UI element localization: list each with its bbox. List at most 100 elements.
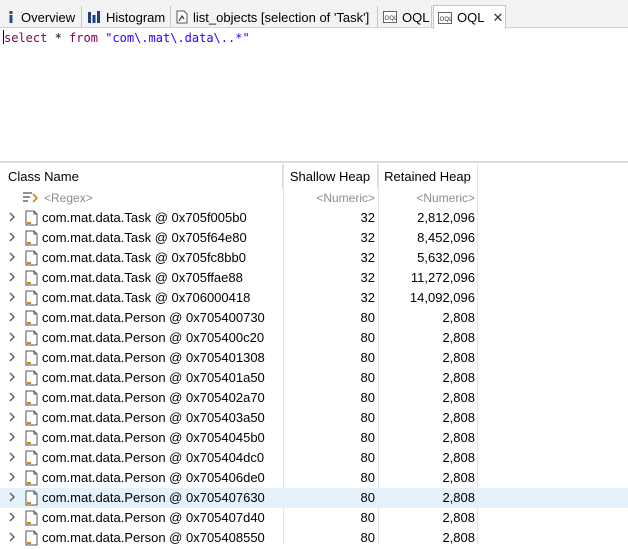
object-file-icon [25, 510, 38, 529]
row-class-name: com.mat.data.Task @ 0x705f64e80 [42, 230, 247, 245]
row-class-name: com.mat.data.Person @ 0x705407630 [42, 490, 265, 505]
row-class-name: com.mat.data.Task @ 0x706000418 [42, 290, 251, 305]
table-row[interactable]: com.mat.data.Task @ 0x705f005b0 32 2,812… [0, 208, 628, 228]
tab-label: Overview [21, 9, 76, 25]
oql-query-editor[interactable]: select * from "com\.mat\.data\..*" [0, 28, 628, 160]
file-icon [176, 10, 188, 24]
expand-chevron-icon[interactable] [8, 331, 16, 343]
object-file-icon [25, 490, 38, 509]
expand-chevron-icon[interactable] [8, 491, 16, 503]
row-shallow-heap: 32 [360, 290, 375, 305]
tab-oql-1[interactable]: OQL OQL [379, 6, 432, 28]
row-shallow-heap: 80 [360, 410, 375, 425]
table-row[interactable]: com.mat.data.Person @ 0x705406de0 80 2,8… [0, 468, 628, 488]
object-file-icon [25, 390, 38, 409]
object-file-icon [25, 450, 38, 469]
class-name-filter[interactable]: <Regex> [22, 188, 272, 208]
expand-chevron-icon[interactable] [8, 291, 16, 303]
row-retained-heap: 2,808 [442, 490, 475, 505]
editor-results-divider[interactable] [0, 161, 628, 163]
row-retained-heap: 5,632,096 [417, 250, 475, 265]
expand-chevron-icon[interactable] [8, 531, 16, 543]
expand-chevron-icon[interactable] [8, 471, 16, 483]
filter-regex-icon [22, 191, 38, 205]
row-retained-heap: 14,092,096 [409, 290, 475, 305]
expand-chevron-icon[interactable] [8, 251, 16, 263]
row-retained-heap: 2,808 [442, 310, 475, 325]
object-file-icon [25, 530, 38, 549]
expand-chevron-icon[interactable] [8, 231, 16, 243]
table-row[interactable]: com.mat.data.Task @ 0x705ffae88 32 11,27… [0, 268, 628, 288]
row-shallow-heap: 32 [360, 270, 375, 285]
column-header-retained-heap[interactable]: Retained Heap [378, 164, 478, 188]
oql-icon: OQL [383, 11, 397, 23]
object-file-icon [25, 230, 38, 249]
object-file-icon [25, 410, 38, 429]
retained-heap-filter[interactable]: <Numeric> [378, 188, 475, 208]
info-icon [6, 10, 16, 24]
row-shallow-heap: 80 [360, 330, 375, 345]
object-file-icon [25, 270, 38, 289]
table-row[interactable]: com.mat.data.Person @ 0x705408550 80 2,8… [0, 528, 628, 548]
query-star: * [47, 31, 70, 45]
table-row[interactable]: com.mat.data.Person @ 0x705407d40 80 2,8… [0, 508, 628, 528]
row-retained-heap: 2,808 [442, 330, 475, 345]
row-class-name: com.mat.data.Person @ 0x705407d40 [42, 510, 265, 525]
expand-chevron-icon[interactable] [8, 431, 16, 443]
tab-oql-active[interactable]: OQL OQL ✕ [433, 5, 506, 29]
row-retained-heap: 11,272,096 [410, 270, 475, 285]
table-row[interactable]: com.mat.data.Task @ 0x705f64e80 32 8,452… [0, 228, 628, 248]
row-shallow-heap: 32 [360, 230, 375, 245]
row-retained-heap: 2,808 [442, 350, 475, 365]
expand-chevron-icon[interactable] [8, 311, 16, 323]
object-file-icon [25, 310, 38, 329]
row-shallow-heap: 80 [360, 450, 375, 465]
close-icon[interactable]: ✕ [492, 10, 503, 26]
object-file-icon [25, 290, 38, 309]
row-class-name: com.mat.data.Task @ 0x705f005b0 [42, 210, 247, 225]
row-retained-heap: 2,808 [442, 430, 475, 445]
keyword-from: from [69, 31, 98, 45]
row-class-name: com.mat.data.Person @ 0x705406de0 [42, 470, 265, 485]
filter-regex-placeholder: <Regex> [44, 191, 93, 205]
tab-list-objects[interactable]: list_objects [selection of 'Task'] [172, 6, 378, 28]
table-row[interactable]: com.mat.data.Task @ 0x705fc8bb0 32 5,632… [0, 248, 628, 268]
table-row[interactable]: com.mat.data.Person @ 0x705401308 80 2,8… [0, 348, 628, 368]
table-row[interactable]: com.mat.data.Person @ 0x705401a50 80 2,8… [0, 368, 628, 388]
table-row[interactable]: com.mat.data.Person @ 0x705400730 80 2,8… [0, 308, 628, 328]
tab-histogram[interactable]: Histogram [83, 6, 171, 28]
row-shallow-heap: 32 [360, 250, 375, 265]
row-shallow-heap: 80 [360, 390, 375, 405]
expand-chevron-icon[interactable] [8, 371, 16, 383]
table-row[interactable]: com.mat.data.Task @ 0x706000418 32 14,09… [0, 288, 628, 308]
row-shallow-heap: 80 [360, 370, 375, 385]
column-header-class-name[interactable]: Class Name [0, 164, 283, 188]
row-retained-heap: 2,808 [442, 470, 475, 485]
table-row[interactable]: com.mat.data.Person @ 0x705403a50 80 2,8… [0, 408, 628, 428]
table-row[interactable]: com.mat.data.Person @ 0x7054045b0 80 2,8… [0, 428, 628, 448]
row-shallow-heap: 80 [360, 310, 375, 325]
tab-label: Histogram [106, 9, 166, 25]
table-row[interactable]: com.mat.data.Person @ 0x705402a70 80 2,8… [0, 388, 628, 408]
row-shallow-heap: 32 [360, 210, 375, 225]
expand-chevron-icon[interactable] [8, 271, 16, 283]
row-shallow-heap: 80 [360, 350, 375, 365]
table-row[interactable]: com.mat.data.Person @ 0x705400c20 80 2,8… [0, 328, 628, 348]
expand-chevron-icon[interactable] [8, 411, 16, 423]
expand-chevron-icon[interactable] [8, 351, 16, 363]
row-class-name: com.mat.data.Person @ 0x705400730 [42, 310, 265, 325]
expand-chevron-icon[interactable] [8, 211, 16, 223]
expand-chevron-icon[interactable] [8, 391, 16, 403]
row-retained-heap: 2,808 [442, 390, 475, 405]
svg-text:OQL: OQL [440, 16, 453, 23]
tab-overview[interactable]: Overview [2, 6, 82, 28]
shallow-heap-filter[interactable]: <Numeric> [283, 188, 375, 208]
table-row[interactable]: com.mat.data.Person @ 0x705404dc0 80 2,8… [0, 448, 628, 468]
object-file-icon [25, 430, 38, 449]
table-row[interactable]: com.mat.data.Person @ 0x705407630 80 2,8… [0, 488, 628, 508]
expand-chevron-icon[interactable] [8, 511, 16, 523]
row-retained-heap: 2,808 [442, 530, 475, 545]
row-shallow-heap: 80 [360, 470, 375, 485]
expand-chevron-icon[interactable] [8, 451, 16, 463]
column-header-shallow-heap[interactable]: Shallow Heap [283, 164, 378, 188]
